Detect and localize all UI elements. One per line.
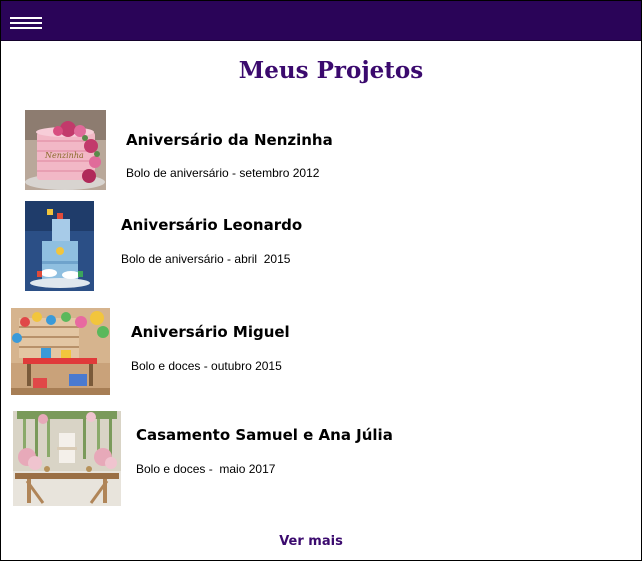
blue-themed-cake-photo[interactable] [25, 201, 94, 291]
pink-floral-cake-photo[interactable]: Nenzinha [25, 110, 106, 190]
project-subtitle: Bolo e doces - maio 2017 [136, 462, 276, 476]
project-title[interactable]: Aniversário Leonardo [121, 216, 302, 234]
top-nav-bar [1, 1, 641, 41]
project-subtitle: Bolo de aniversário - abril 2015 [121, 252, 291, 266]
hamburger-menu-icon[interactable] [10, 17, 42, 33]
project-title[interactable]: Casamento Samuel e Ana Júlia [136, 426, 393, 444]
see-more-link[interactable]: Ver mais [1, 534, 621, 549]
page-frame: Meus Projetos Nenzinha Aniversário da Ne… [0, 0, 642, 561]
svg-text:Nenzinha: Nenzinha [44, 151, 84, 160]
page-title: Meus Projetos [238, 57, 424, 84]
project-title[interactable]: Aniversário Miguel [131, 323, 290, 341]
project-subtitle: Bolo e doces - outubro 2015 [131, 359, 282, 373]
project-title[interactable]: Aniversário da Nenzinha [126, 131, 333, 149]
colorful-party-table-photo[interactable] [11, 308, 110, 395]
project-subtitle: Bolo de aniversário - setembro 2012 [126, 166, 320, 180]
rustic-wedding-table-photo[interactable] [13, 411, 121, 506]
